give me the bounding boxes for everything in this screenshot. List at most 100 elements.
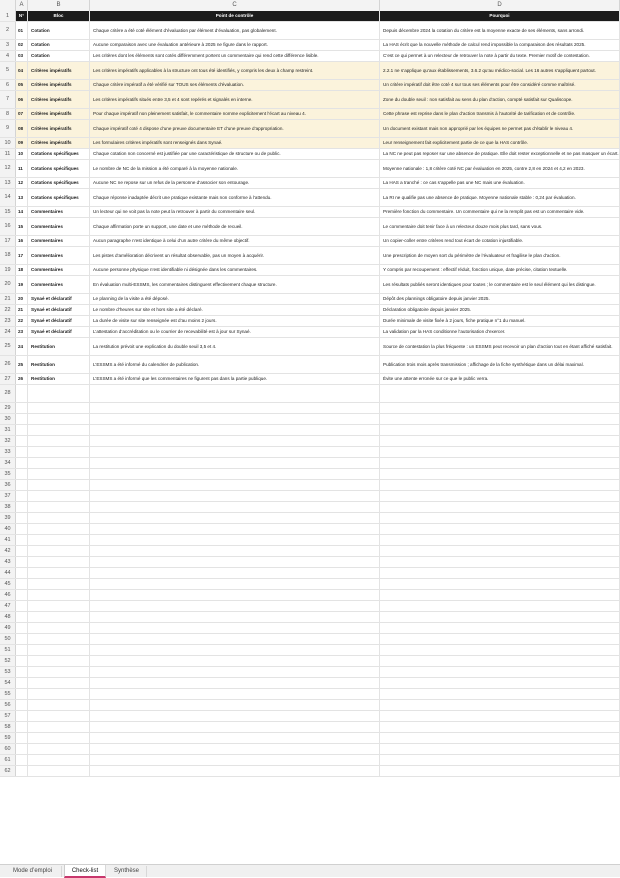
row-number[interactable]: 55 xyxy=(0,689,16,699)
cell-empty[interactable] xyxy=(16,689,28,699)
cell-num[interactable]: 26 xyxy=(16,374,28,384)
cell-point[interactable]: La durée de visite sur site renseignée e… xyxy=(90,316,380,326)
cell-empty[interactable] xyxy=(90,524,380,534)
cell-empty[interactable] xyxy=(28,623,90,633)
cell-empty[interactable] xyxy=(16,425,28,435)
row-number[interactable]: 16 xyxy=(0,218,16,235)
cell-bloc[interactable]: Cotations spécifiques xyxy=(28,149,90,159)
column-header-d[interactable]: D xyxy=(380,0,620,11)
cell-pourquoi[interactable]: Cette phrase est reprise dans le plan d’… xyxy=(380,109,620,119)
cell-pourquoi[interactable]: Depuis décembre 2024 la cotation du crit… xyxy=(380,22,620,39)
cell-point[interactable]: La restitution prévoit une explication d… xyxy=(90,338,380,355)
cell-empty[interactable] xyxy=(16,436,28,446)
cell-pourquoi[interactable]: Une prescription de moyen sort du périmè… xyxy=(380,247,620,264)
cell-point[interactable]: Les critères dont les éléments sont coté… xyxy=(90,51,380,61)
row-number[interactable]: 30 xyxy=(0,414,16,424)
cell-pourquoi[interactable]: Première fonction du commentaire. Un com… xyxy=(380,207,620,217)
cell-pourquoi[interactable]: La RI ne qualifie pas une absence de pra… xyxy=(380,189,620,206)
row-number[interactable]: 60 xyxy=(0,744,16,754)
cell-point[interactable]: L’attestation d’accréditation ou le cour… xyxy=(90,327,380,337)
cell-point[interactable]: Aucune NC ne repose sur un refus de la p… xyxy=(90,178,380,188)
cell-empty[interactable] xyxy=(380,766,620,776)
cell-empty[interactable] xyxy=(90,425,380,435)
cell-bloc[interactable]: Cotation xyxy=(28,51,90,61)
cell-empty[interactable] xyxy=(90,535,380,545)
cell-empty[interactable] xyxy=(90,656,380,666)
row-number[interactable]: 40 xyxy=(0,524,16,534)
row-number[interactable]: 42 xyxy=(0,546,16,556)
cell-empty[interactable] xyxy=(90,403,380,413)
cell-bloc[interactable]: Cotations spécifiques xyxy=(28,178,90,188)
cell-num[interactable]: 04 xyxy=(16,62,28,79)
row-number[interactable]: 4 xyxy=(0,51,16,61)
header-cell-pourquoi[interactable]: Pourquoi xyxy=(380,11,620,21)
cell-empty[interactable] xyxy=(28,744,90,754)
cell-empty[interactable] xyxy=(90,601,380,611)
row-number[interactable]: 44 xyxy=(0,568,16,578)
cell-empty[interactable] xyxy=(90,711,380,721)
cell-point[interactable]: Un lecteur qui ne voit pas la note peut … xyxy=(90,207,380,217)
cell-empty[interactable] xyxy=(16,546,28,556)
cell-empty[interactable] xyxy=(16,469,28,479)
cell-bloc[interactable]: Commentaires xyxy=(28,236,90,246)
row-number[interactable]: 37 xyxy=(0,491,16,501)
cell-empty[interactable] xyxy=(90,502,380,512)
cell-pourquoi[interactable]: Y compris par recoupement : effectif réd… xyxy=(380,265,620,275)
cell-empty[interactable] xyxy=(16,733,28,743)
cell-empty[interactable] xyxy=(16,557,28,567)
cell-empty[interactable] xyxy=(380,623,620,633)
cell-empty[interactable] xyxy=(16,601,28,611)
cell-point[interactable]: Chaque impératif coté 4 dispose d’une pr… xyxy=(90,120,380,137)
cell-empty[interactable] xyxy=(90,766,380,776)
cell-empty[interactable] xyxy=(28,568,90,578)
cell-point[interactable]: Les formulaires critères impératifs sont… xyxy=(90,138,380,148)
cell-empty[interactable] xyxy=(380,744,620,754)
cell-empty[interactable] xyxy=(28,436,90,446)
cell-empty[interactable] xyxy=(90,568,380,578)
cell-num[interactable]: 18 xyxy=(16,265,28,275)
cell-num[interactable]: 05 xyxy=(16,80,28,90)
cell-pourquoi[interactable]: La HAS écrit que la nouvelle méthode de … xyxy=(380,40,620,50)
cell-pourquoi[interactable]: Un critère impératif doit être coté 4 su… xyxy=(380,80,620,90)
cell-point[interactable]: Le nombre d’heures sur site et hors site… xyxy=(90,305,380,315)
row-number[interactable]: 6 xyxy=(0,80,16,90)
cell-empty[interactable] xyxy=(380,491,620,501)
row-number[interactable]: 61 xyxy=(0,755,16,765)
cell-empty[interactable] xyxy=(380,414,620,424)
row-number[interactable]: 21 xyxy=(0,294,16,304)
cell-point[interactable]: Les critères impératifs situés entre 3,5… xyxy=(90,91,380,108)
cell-empty[interactable] xyxy=(380,601,620,611)
cell-empty[interactable] xyxy=(380,667,620,677)
row-number[interactable]: 46 xyxy=(0,590,16,600)
cell-empty[interactable] xyxy=(16,744,28,754)
cell-num[interactable]: 01 xyxy=(16,22,28,39)
cell-empty[interactable] xyxy=(16,590,28,600)
row-number[interactable]: 41 xyxy=(0,535,16,545)
row-number[interactable]: 26 xyxy=(0,356,16,373)
cell-point[interactable]: Le nombre de NC de la mission a été comp… xyxy=(90,160,380,177)
cell-empty[interactable] xyxy=(90,667,380,677)
cell-bloc[interactable]: Critères impératifs xyxy=(28,91,90,108)
cell-empty[interactable] xyxy=(28,546,90,556)
cell-empty[interactable] xyxy=(380,385,620,402)
cell-empty[interactable] xyxy=(28,612,90,622)
cell-pourquoi[interactable]: Publication trois mois après transmissio… xyxy=(380,356,620,373)
cell-empty[interactable] xyxy=(380,469,620,479)
row-number[interactable]: 1 xyxy=(0,11,16,21)
cell-num[interactable]: 22 xyxy=(16,316,28,326)
cell-empty[interactable] xyxy=(90,385,380,402)
row-number[interactable]: 14 xyxy=(0,189,16,206)
cell-num[interactable]: 20 xyxy=(16,294,28,304)
cell-empty[interactable] xyxy=(380,447,620,457)
row-number[interactable]: 7 xyxy=(0,91,16,108)
cell-empty[interactable] xyxy=(90,458,380,468)
row-number[interactable]: 12 xyxy=(0,160,16,177)
row-number[interactable]: 45 xyxy=(0,579,16,589)
cell-num[interactable]: 11 xyxy=(16,160,28,177)
cell-empty[interactable] xyxy=(28,689,90,699)
cell-point[interactable]: Aucune comparaison avec une évaluation a… xyxy=(90,40,380,50)
row-number[interactable]: 13 xyxy=(0,178,16,188)
cell-bloc[interactable]: Critères impératifs xyxy=(28,62,90,79)
row-number[interactable]: 8 xyxy=(0,109,16,119)
cell-empty[interactable] xyxy=(16,458,28,468)
